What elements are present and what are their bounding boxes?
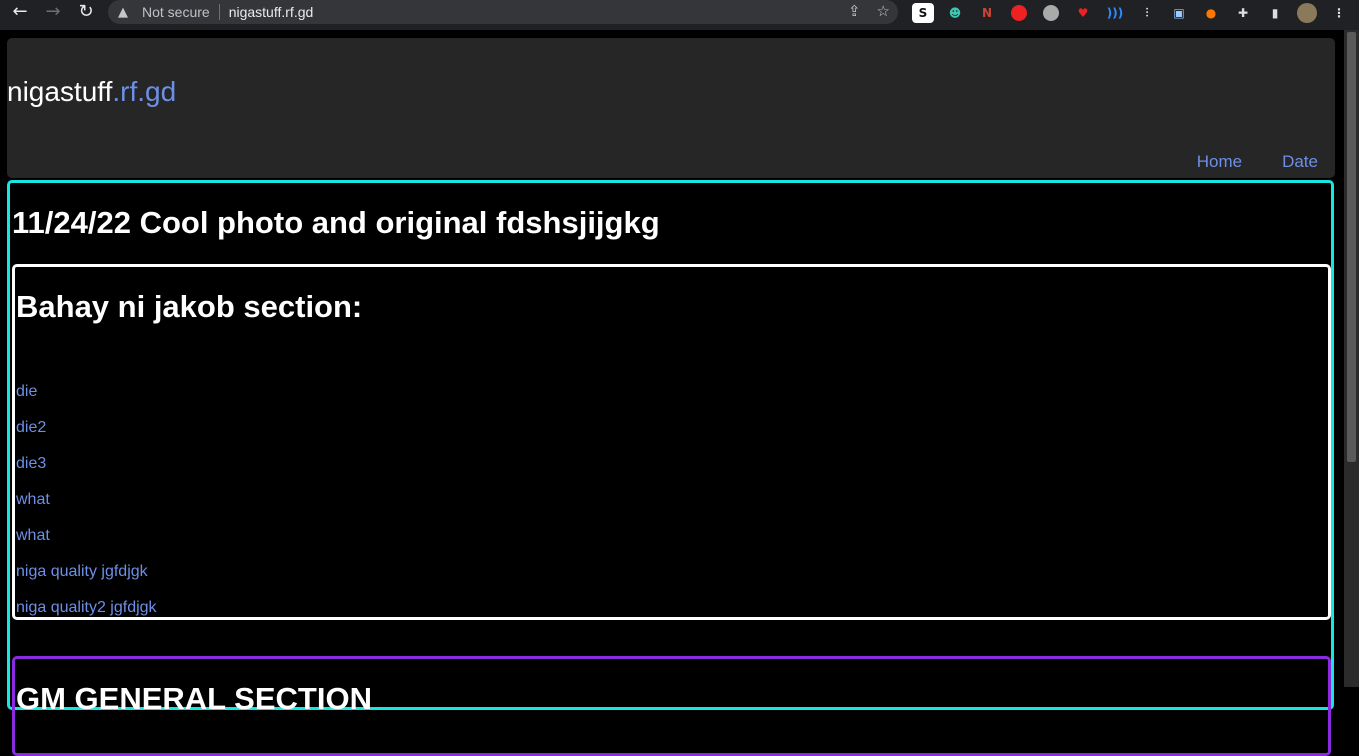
extension-orange-icon[interactable]: ● <box>1200 3 1222 23</box>
link-what-2[interactable]: what <box>16 527 157 563</box>
extension-n-icon[interactable]: N <box>976 3 998 23</box>
top-nav: Home Date <box>1197 152 1318 172</box>
link-die2[interactable]: die2 <box>16 419 157 455</box>
nav-date-link[interactable]: Date <box>1282 152 1318 172</box>
section-bahay: Bahay ni jakob section: die die2 die3 wh… <box>12 264 1331 620</box>
warning-icon[interactable]: ▲ <box>118 5 134 20</box>
section-general: GM GENERAL SECTION <box>12 656 1331 756</box>
logo-main: nigastuff <box>7 76 113 107</box>
extension-s-icon[interactable]: S <box>912 3 934 23</box>
post-title: 11/24/22 Cool photo and original fdshsji… <box>12 205 660 240</box>
nav-home-link[interactable]: Home <box>1197 152 1242 172</box>
link-what[interactable]: what <box>16 491 157 527</box>
post-card: 11/24/22 Cool photo and original fdshsji… <box>7 180 1334 756</box>
extension-adblock-icon[interactable] <box>1008 3 1030 23</box>
extension-red-icon[interactable]: ♥ <box>1072 3 1094 23</box>
link-die[interactable]: die <box>16 383 157 419</box>
extension-alien-icon[interactable]: ☻ <box>944 3 966 23</box>
scrollbar-thumb[interactable] <box>1347 32 1356 462</box>
extensions-bar: S ☻ N ♥ ))) ⫶ ▣ ● ✚ ▮ ⋮ <box>912 3 1350 23</box>
section-title: Bahay ni jakob section: <box>16 289 363 324</box>
extension-wave-icon[interactable]: ))) <box>1104 3 1126 23</box>
reload-icon[interactable]: ↻ <box>75 1 97 23</box>
site-header: nigastuff.rf.gd Home Date <box>7 38 1335 178</box>
site-logo[interactable]: nigastuff.rf.gd <box>7 76 176 108</box>
section-general-title: GM GENERAL SECTION <box>16 681 372 716</box>
link-die3[interactable]: die3 <box>16 455 157 491</box>
link-niga-quality[interactable]: niga quality jgfdjgk <box>16 563 157 599</box>
side-panel-icon[interactable]: ▮ <box>1264 3 1286 23</box>
logo-tld: .rf.gd <box>112 76 177 107</box>
page-scrollbar[interactable] <box>1344 30 1359 687</box>
extension-equalizer-icon[interactable]: ⫶ <box>1136 3 1158 23</box>
web-page: nigastuff.rf.gd Home Date 11/24/22 Cool … <box>0 30 1344 756</box>
divider <box>218 4 220 20</box>
profile-avatar[interactable] <box>1296 3 1318 23</box>
bookmark-star-icon[interactable]: ☆ <box>877 2 890 20</box>
extension-chat-icon[interactable]: ▣ <box>1168 3 1190 23</box>
back-icon[interactable]: ← <box>9 1 31 23</box>
forward-icon[interactable]: → <box>42 1 64 23</box>
extension-gray-icon[interactable] <box>1040 3 1062 23</box>
link-niga-quality2[interactable]: niga quality2 jgfdjgk <box>16 599 157 635</box>
security-label[interactable]: Not secure <box>142 4 210 20</box>
url-text[interactable]: nigastuff.rf.gd <box>229 4 314 20</box>
address-bar[interactable]: ▲ Not secure nigastuff.rf.gd ⇪ ☆ <box>108 0 898 24</box>
share-icon[interactable]: ⇪ <box>848 2 861 20</box>
link-list: die die2 die3 what what niga quality jgf… <box>16 383 157 635</box>
extensions-puzzle-icon[interactable]: ✚ <box>1232 3 1254 23</box>
menu-kebab-icon[interactable]: ⋮ <box>1328 3 1350 23</box>
browser-toolbar: ← → ↻ ▲ Not secure nigastuff.rf.gd ⇪ ☆ S… <box>0 0 1359 30</box>
